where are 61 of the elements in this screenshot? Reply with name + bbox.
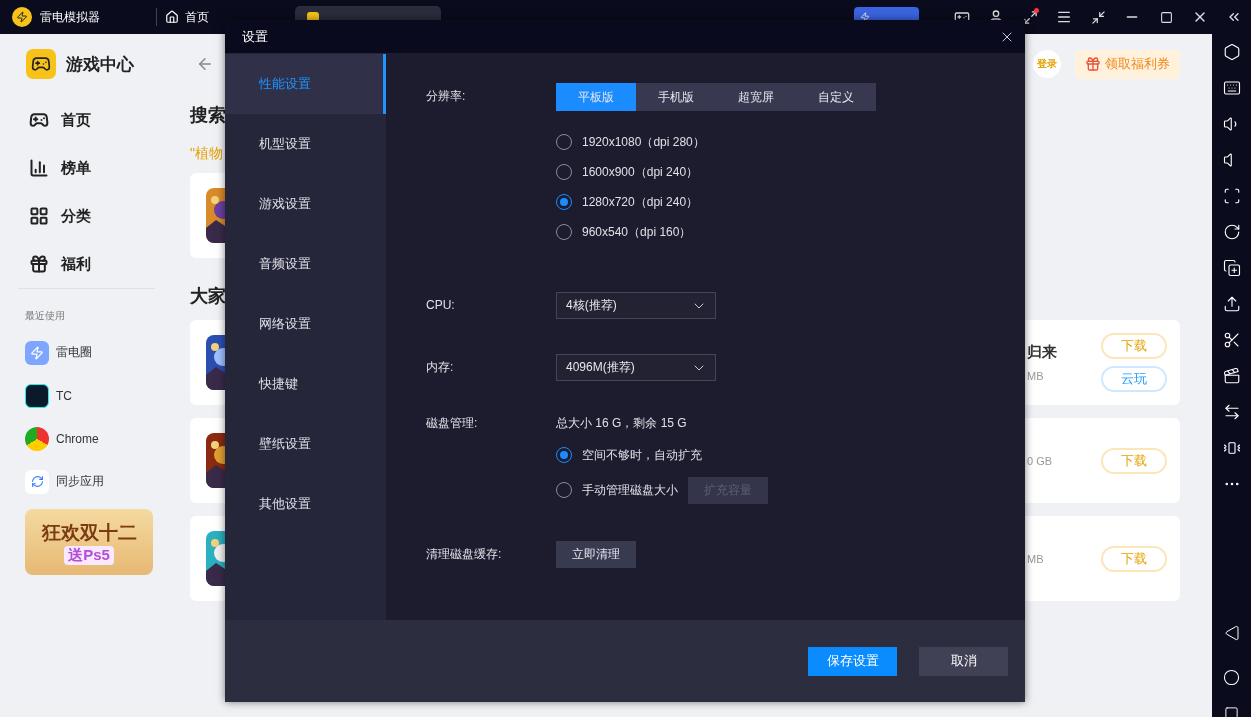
- search-query: "植物: [190, 145, 223, 163]
- game-size: 0 GB: [1027, 454, 1054, 467]
- bar-chart-icon: [29, 158, 49, 178]
- nav-item[interactable]: 首页: [0, 96, 158, 144]
- disk-summary: 总大小 16 G，剩余 15 G: [556, 415, 688, 432]
- recent-app[interactable]: Chrome: [0, 417, 158, 460]
- field-label: 磁盘管理:: [426, 415, 479, 432]
- option-label: 手动管理磁盘大小: [582, 481, 678, 499]
- memory-select[interactable]: 4096M(推荐): [556, 354, 716, 381]
- app-title: 雷电模拟器: [40, 8, 100, 26]
- option-label: 1600x900（dpi 240）: [582, 163, 699, 181]
- section-label: 最近使用: [24, 309, 66, 323]
- option-label: 1920x1080（dpi 280）: [582, 133, 705, 151]
- dialog-title: 设置: [242, 27, 268, 46]
- settings-tab[interactable]: 壁纸设置: [225, 414, 386, 474]
- cpu-select[interactable]: 4核(推荐): [556, 292, 716, 319]
- logo-icon: [12, 7, 32, 27]
- settings-tab[interactable]: 性能设置: [225, 54, 386, 114]
- field-label: CPU:: [426, 297, 456, 314]
- clear-cache-button[interactable]: 立即清理: [556, 541, 636, 568]
- home-tab[interactable]: 首页: [185, 8, 209, 26]
- sync-app-icon: [25, 469, 49, 494]
- settings-tab[interactable]: 网络设置: [225, 294, 386, 354]
- cancel-button[interactable]: 取消: [919, 646, 1008, 676]
- settings-tab[interactable]: 游戏设置: [225, 174, 386, 234]
- lightning-app-icon: [25, 340, 49, 365]
- gamepad-logo-icon: [26, 49, 56, 79]
- field-label: 清理磁盘缓存:: [426, 546, 503, 563]
- grid-icon: [29, 206, 49, 226]
- gamepad-icon: [29, 110, 49, 130]
- browser-app-icon: [25, 426, 49, 451]
- option-label: 空间不够时，自动扩充: [582, 446, 702, 464]
- sidebar-title: 游戏中心: [66, 53, 134, 76]
- recent-app[interactable]: TC: [0, 374, 158, 417]
- game-name: 归来: [1027, 343, 1058, 362]
- settings-tab[interactable]: 机型设置: [225, 114, 386, 174]
- section-heading: 大家: [190, 285, 226, 308]
- game-size: MB: [1027, 370, 1045, 382]
- nav-item[interactable]: 福利: [0, 240, 158, 288]
- home-icon: [165, 10, 179, 24]
- field-label: 内存:: [426, 359, 455, 376]
- mode-tab[interactable]: 手机版: [636, 83, 716, 111]
- tc-app-icon: [25, 383, 49, 408]
- gift-icon: [29, 254, 49, 274]
- field-label: 分辨率:: [426, 88, 467, 105]
- gift-icon: [1085, 56, 1101, 72]
- nav-item[interactable]: 分类: [0, 192, 158, 240]
- recent-app[interactable]: 同步应用: [0, 460, 158, 503]
- option-label: 1280x720（dpi 240）: [582, 193, 699, 211]
- promo-banner[interactable]: 狂欢双十二 送Ps5: [25, 509, 153, 575]
- settings-tab[interactable]: 快捷键: [225, 354, 386, 414]
- settings-tab[interactable]: 音频设置: [225, 234, 386, 294]
- nav-item[interactable]: 榜单: [0, 144, 158, 192]
- lightning-icon: [860, 12, 870, 22]
- search-heading: 搜索: [190, 104, 226, 127]
- recent-app[interactable]: 雷电圈: [0, 331, 158, 374]
- settings-tab[interactable]: 其他设置: [225, 474, 386, 534]
- mode-tab[interactable]: 超宽屏: [716, 83, 796, 111]
- option-label: 960x540（dpi 160）: [582, 223, 692, 241]
- game-size: MB: [1027, 552, 1045, 565]
- mode-tab[interactable]: 自定义: [796, 83, 876, 111]
